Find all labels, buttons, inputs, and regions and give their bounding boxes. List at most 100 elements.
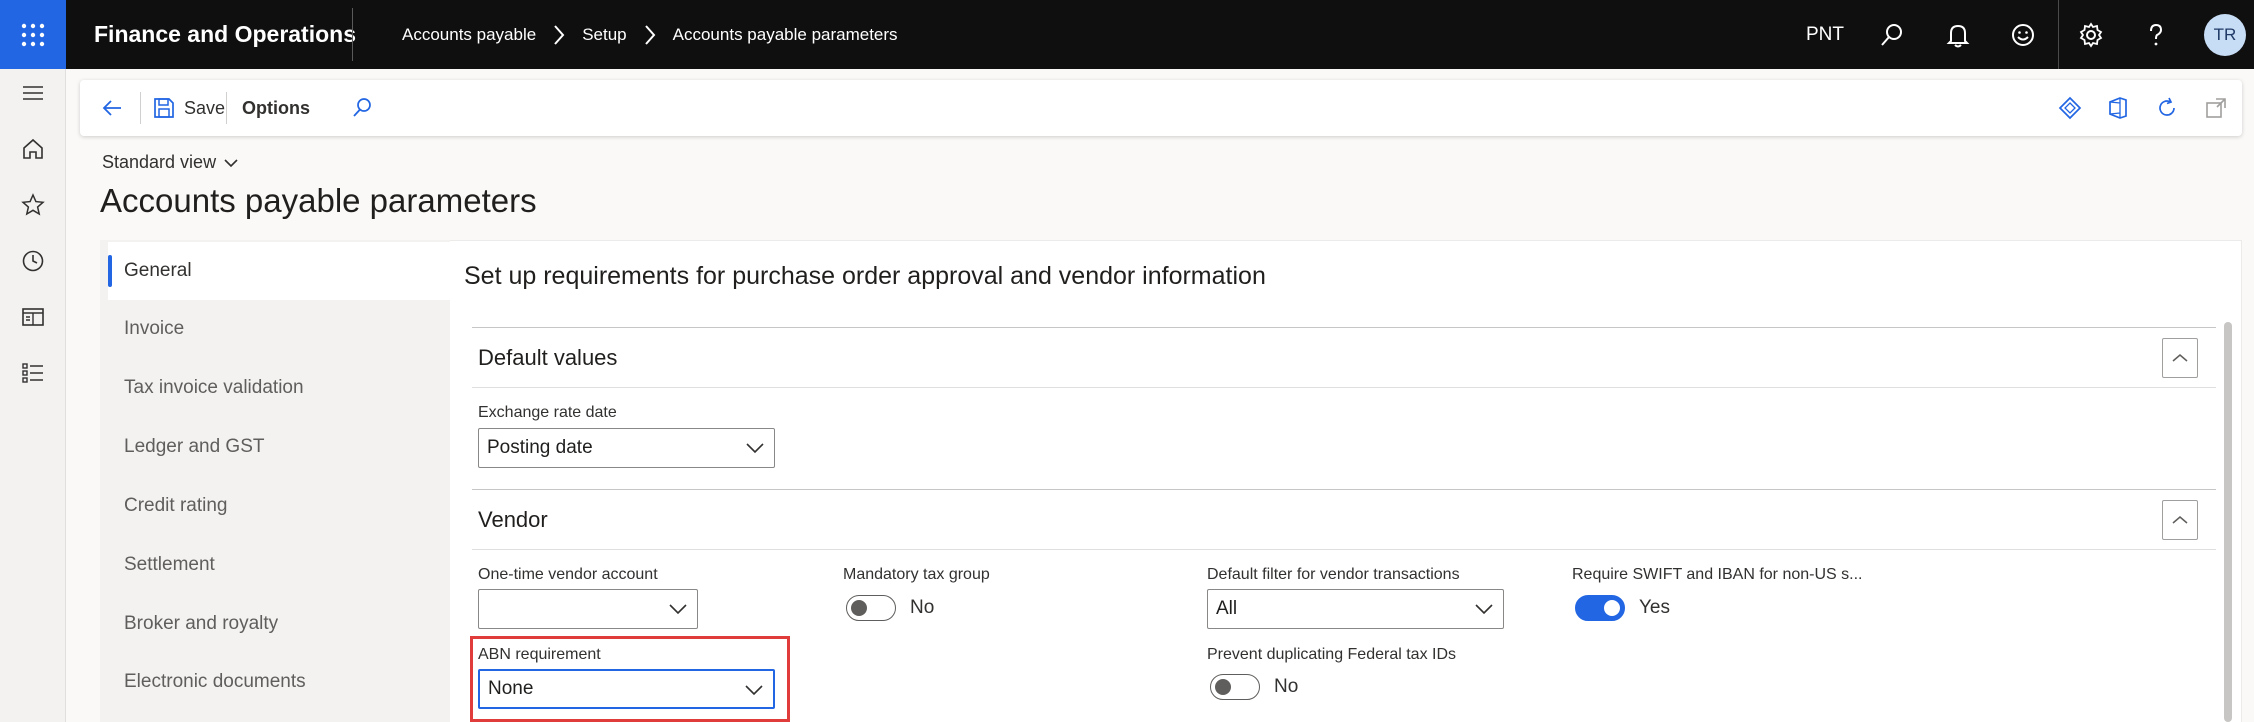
divider — [352, 8, 353, 61]
diamond-icon — [2058, 96, 2082, 120]
require-swift-iban-label: Require SWIFT and IBAN for non-US s... — [1572, 566, 1863, 583]
tab-settlement[interactable]: Settlement — [108, 536, 450, 594]
home-icon — [23, 138, 43, 159]
arrow-left-icon — [102, 100, 121, 116]
tab-broker-and-royalty[interactable]: Broker and royalty — [108, 595, 450, 653]
bell-icon — [1946, 24, 1970, 47]
list-icon — [22, 363, 43, 383]
favorites-button[interactable] — [0, 181, 66, 229]
scrollbar[interactable] — [2224, 322, 2232, 722]
divider — [2058, 0, 2059, 69]
collapse-button[interactable] — [2162, 500, 2198, 540]
view-selector-label: Standard view — [102, 152, 217, 172]
refresh-icon — [2159, 97, 2175, 116]
toggle-knob — [851, 600, 867, 616]
question-mark-icon — [2150, 23, 2163, 45]
combo-value: Posting date — [487, 437, 593, 458]
default-filter-label: Default filter for vendor transactions — [1207, 566, 1460, 583]
search-button[interactable] — [1862, 0, 1922, 69]
toggle-knob — [1215, 679, 1231, 695]
tab-invoice[interactable]: Invoice — [108, 300, 450, 358]
modules-button[interactable] — [0, 349, 66, 397]
pop-out-icon — [2206, 98, 2226, 118]
recent-button[interactable] — [0, 237, 66, 285]
home-button[interactable] — [0, 125, 66, 173]
clock-icon — [22, 250, 44, 272]
smiley-icon — [2012, 23, 2034, 46]
action-pane: Save Options — [80, 80, 2242, 136]
help-button[interactable] — [2126, 0, 2186, 69]
one-time-vendor-account-select[interactable] — [478, 589, 698, 629]
view-selector[interactable]: Standard view — [102, 152, 238, 173]
toggle-knob — [1604, 600, 1620, 616]
collapse-button[interactable] — [2162, 338, 2198, 378]
find-button[interactable] — [344, 80, 380, 136]
power-apps-button[interactable] — [2052, 80, 2088, 136]
tab-label: Invoice — [124, 318, 185, 339]
tab-tax-invoice-validation[interactable]: Tax invoice validation — [108, 359, 450, 417]
app-name[interactable]: Finance and Operations — [94, 0, 356, 69]
workspaces-button[interactable] — [0, 293, 66, 341]
tab-label: Credit rating — [124, 495, 228, 516]
divider — [472, 549, 2216, 550]
exchange-rate-date-label: Exchange rate date — [478, 404, 617, 421]
tab-credit-rating[interactable]: Credit rating — [108, 477, 450, 535]
breadcrumb-item-current[interactable]: Accounts payable parameters — [673, 25, 898, 45]
prevent-duplicating-value: No — [1274, 676, 1299, 697]
fasttab-default-values[interactable]: Default values — [472, 327, 2216, 387]
breadcrumb-item-accounts-payable[interactable]: Accounts payable — [402, 25, 536, 45]
prevent-duplicating-label: Prevent duplicating Federal tax IDs — [1207, 646, 1457, 663]
default-filter-select[interactable]: All — [1207, 589, 1504, 629]
top-navigation-bar: Finance and Operations Accounts payable … — [0, 0, 2254, 69]
breadcrumb-item-setup[interactable]: Setup — [582, 25, 626, 45]
search-icon — [1881, 23, 1902, 46]
mandatory-tax-group-value: No — [910, 597, 935, 618]
star-icon — [21, 193, 45, 216]
chevron-up-icon — [2172, 516, 2188, 524]
section-heading: Set up requirements for purchase order a… — [464, 262, 1266, 290]
chevron-up-icon — [2172, 354, 2188, 362]
waffle-icon — [21, 23, 45, 46]
page-title: Accounts payable parameters — [100, 182, 537, 219]
mandatory-tax-group-toggle[interactable] — [846, 595, 896, 621]
exchange-rate-date-select[interactable]: Posting date — [478, 428, 775, 468]
gear-icon — [2079, 21, 2103, 48]
options-tab[interactable]: Options — [242, 80, 310, 136]
highlight-annotation — [470, 636, 790, 722]
tab-electronic-documents[interactable]: Electronic documents — [108, 653, 450, 711]
tab-label: General — [124, 260, 192, 281]
app-launcher-button[interactable] — [0, 0, 66, 69]
refresh-button[interactable] — [2149, 80, 2185, 136]
save-icon — [154, 98, 174, 118]
require-swift-iban-toggle[interactable] — [1575, 595, 1625, 621]
tab-general[interactable]: General — [108, 242, 450, 300]
office-icon — [2109, 97, 2127, 119]
chevron-down-icon — [746, 443, 764, 454]
chevron-down-icon — [1475, 604, 1493, 615]
search-icon — [353, 98, 371, 117]
settings-button[interactable] — [2061, 0, 2121, 69]
save-button[interactable]: Save — [146, 80, 231, 136]
tab-label: Ledger and GST — [124, 436, 265, 457]
breadcrumb: Accounts payable Setup Accounts payable … — [402, 0, 898, 69]
tab-label: Tax invoice validation — [124, 377, 304, 398]
fasttab-vendor[interactable]: Vendor — [472, 489, 2216, 549]
prevent-duplicating-toggle[interactable] — [1210, 674, 1260, 700]
divider — [140, 92, 141, 124]
hamburger-icon — [23, 86, 43, 100]
company-picker[interactable]: PNT — [1806, 0, 1844, 69]
open-new-window-button[interactable] — [2198, 80, 2234, 136]
expand-navigation-button[interactable] — [0, 69, 66, 117]
vertical-tabs: General Invoice Tax invoice validation L… — [100, 240, 450, 722]
back-button[interactable] — [94, 80, 130, 136]
combo-value: All — [1216, 598, 1238, 619]
avatar[interactable]: TR — [2204, 14, 2246, 56]
notifications-button[interactable] — [1928, 0, 1988, 69]
feedback-button[interactable] — [1993, 0, 2053, 69]
tab-ledger-and-gst[interactable]: Ledger and GST — [108, 418, 450, 476]
tab-label: Broker and royalty — [124, 613, 279, 634]
office-button[interactable] — [2100, 80, 2136, 136]
require-swift-iban-value: Yes — [1639, 597, 1670, 618]
fasttab-title: Default values — [478, 345, 618, 370]
navigation-rail — [0, 69, 66, 722]
